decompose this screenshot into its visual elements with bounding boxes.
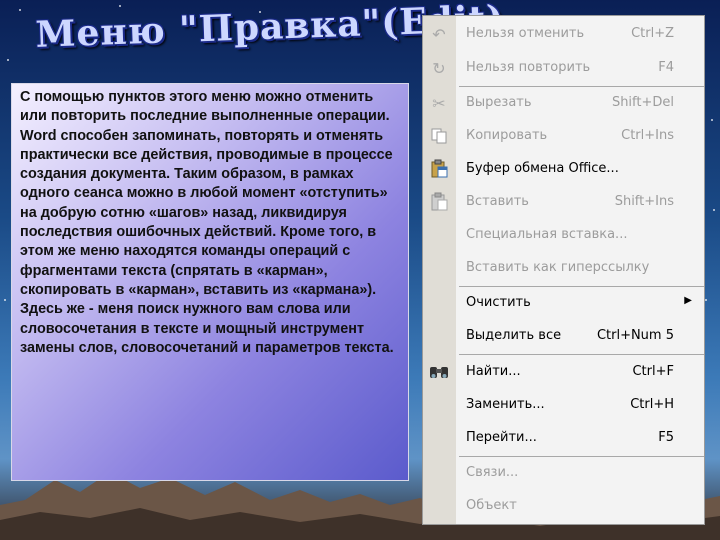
redo-icon: ↻ xyxy=(432,58,446,78)
menu-item-clear[interactable]: Очистить ▶ xyxy=(423,291,704,315)
undo-icon: ↶ xyxy=(432,24,446,44)
menu-item-undo[interactable]: ↶ Нельзя отменить Ctrl+Z xyxy=(423,22,704,46)
menu-item-find[interactable]: Найти... Ctrl+F xyxy=(423,360,704,384)
menu-item-select-all[interactable]: Выделить все Ctrl+Num 5 xyxy=(423,324,704,348)
menu-separator xyxy=(459,86,704,87)
binoculars-icon xyxy=(427,361,451,383)
copy-icon xyxy=(427,125,451,147)
menu-item-paste[interactable]: Вставить Shift+Ins xyxy=(423,190,704,214)
menu-item-go-to[interactable]: Перейти... F5 xyxy=(423,426,704,450)
menu-item-office-clipboard[interactable]: Буфер обмена Office... xyxy=(423,157,704,181)
submenu-arrow-icon: ▶ xyxy=(684,295,692,306)
description-text: С помощью пунктов этого меню можно отмен… xyxy=(11,83,409,481)
menu-separator xyxy=(459,354,704,355)
edit-menu: ↶ Нельзя отменить Ctrl+Z ↻ Нельзя повтор… xyxy=(422,15,705,525)
menu-item-paste-special[interactable]: Специальная вставка... xyxy=(423,223,704,247)
menu-item-cut[interactable]: ✂ Вырезать Shift+Del xyxy=(423,91,704,115)
clipboard-icon xyxy=(427,158,451,180)
paste-icon xyxy=(427,191,451,213)
menu-item-links[interactable]: Связи... xyxy=(423,461,704,485)
menu-separator xyxy=(459,456,704,457)
menu-item-paste-as-hyperlink[interactable]: Вставить как гиперссылку xyxy=(423,256,704,280)
slide-title: Меню "Правка"(Edit) xyxy=(34,0,505,56)
menu-item-copy[interactable]: Копировать Ctrl+Ins xyxy=(423,124,704,148)
menu-item-redo[interactable]: ↻ Нельзя повторить F4 xyxy=(423,56,704,80)
scissors-icon: ✂ xyxy=(432,93,446,113)
menu-item-replace[interactable]: Заменить... Ctrl+H xyxy=(423,393,704,417)
menu-separator xyxy=(459,286,704,287)
menu-item-object[interactable]: Объект xyxy=(423,494,704,518)
